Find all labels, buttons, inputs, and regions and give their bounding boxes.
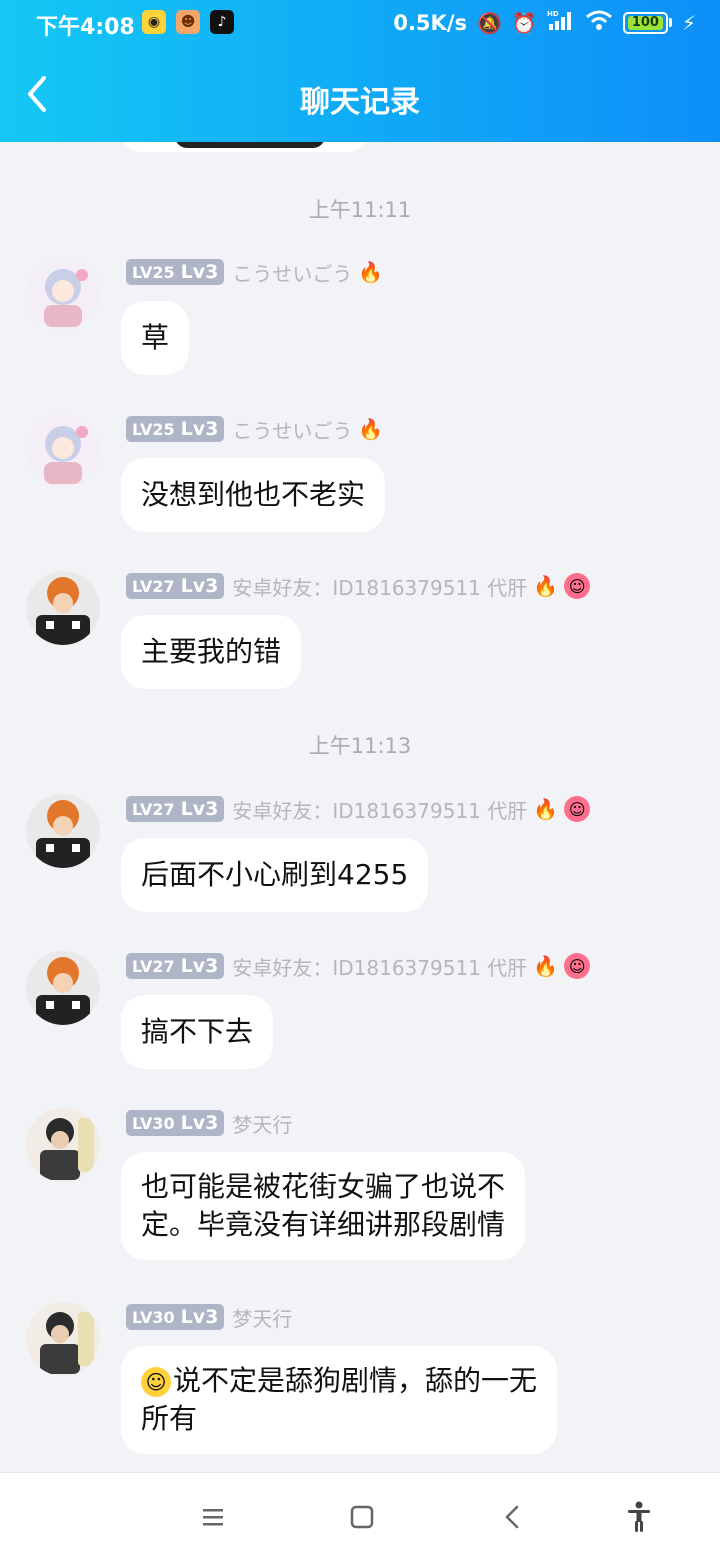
- level-badge: LV27 Lv3: [126, 953, 225, 979]
- message-text: 搞不下去: [141, 1015, 254, 1048]
- sender-info: LV25 Lv3 こうせいごう 🔥: [126, 415, 383, 443]
- sender-info: LV27 Lv3 安卓好友：ID1816379511 代肝 🔥 ☺: [126, 572, 591, 601]
- sender-name[interactable]: 安卓好友：ID1816379511 代肝: [232, 572, 527, 601]
- level-badge: LV25 Lv3: [126, 259, 225, 285]
- status-bar: 下午4:08 ◉ ☻ ♪ 0.5K/s 🔕 ⏰ HD 100 ⚡: [0, 0, 720, 46]
- smile-badge-icon: ☺: [564, 796, 591, 822]
- message-text: 没想到他也不老实: [141, 478, 366, 511]
- sender-info: LV30 Lv3 梦天行: [126, 1109, 292, 1137]
- avatar[interactable]: [26, 794, 100, 868]
- accessibility-icon[interactable]: [619, 1495, 659, 1539]
- network-speed: 0.5K/s: [393, 10, 467, 35]
- back-icon[interactable]: [493, 1495, 533, 1539]
- sender-info: LV30 Lv3 梦天行: [126, 1303, 292, 1331]
- smile-badge-icon: ☺: [564, 573, 591, 599]
- level-badge: LV30 Lv3: [126, 1304, 225, 1330]
- status-indicators: 0.5K/s 🔕 ⏰ HD 100 ⚡: [393, 9, 696, 36]
- message-bubble[interactable]: ☺ 说不定是舔狗剧情，舔的一无 所有: [121, 1346, 558, 1454]
- sender-name[interactable]: 梦天行: [232, 1303, 292, 1332]
- fire-badge-icon: 🔥: [533, 574, 559, 598]
- charging-icon: ⚡: [681, 10, 696, 35]
- avatar[interactable]: [26, 951, 100, 1025]
- cat-app-icon: ☻: [176, 10, 200, 34]
- level-badge: LV30 Lv3: [126, 1110, 225, 1136]
- message-bubble[interactable]: 搞不下去: [121, 995, 274, 1069]
- home-icon[interactable]: [342, 1495, 382, 1539]
- sender-name[interactable]: 安卓好友：ID1816379511 代肝: [232, 952, 527, 981]
- sender-info: LV25 Lv3 こうせいごう 🔥: [126, 258, 383, 286]
- message-text: 草: [141, 321, 170, 354]
- smirk-emoji-icon: ☺: [141, 1367, 171, 1397]
- previous-message-image: [175, 142, 325, 148]
- message-text: ☺ 说不定是舔狗剧情，舔的一无 所有: [141, 1364, 538, 1435]
- sender-info: LV27 Lv3 安卓好友：ID1816379511 代肝 🔥 ☺: [126, 952, 591, 981]
- fire-badge-icon: 🔥: [358, 260, 384, 284]
- title-bar: 下午4:08 ◉ ☻ ♪ 0.5K/s 🔕 ⏰ HD 100 ⚡ 聊天记录: [0, 0, 720, 142]
- level-badge: LV27 Lv3: [126, 573, 225, 599]
- fire-badge-icon: 🔥: [358, 417, 384, 441]
- alarm-icon: ⏰: [511, 10, 537, 35]
- avatar[interactable]: [26, 257, 100, 331]
- sender-name[interactable]: 安卓好友：ID1816379511 代肝: [232, 795, 527, 824]
- chat-history[interactable]: 上午11:11 LV25 Lv3 こうせいごう 🔥 草 LV25 Lv3 こうせいご…: [0, 142, 720, 1472]
- smile-badge-icon: ☺: [564, 953, 591, 979]
- message-bubble[interactable]: 草: [121, 301, 190, 375]
- message-bubble[interactable]: 主要我的错: [121, 615, 302, 689]
- avatar[interactable]: [26, 571, 100, 645]
- tiktok-icon: ♪: [210, 10, 234, 34]
- avatar[interactable]: [26, 414, 100, 488]
- level-badge: LV25 Lv3: [126, 416, 225, 442]
- sender-name[interactable]: こうせいごう: [232, 258, 352, 287]
- message-text: 也可能是被花街女骗了也说不 定。毕竟没有详细讲那段剧情: [141, 1170, 506, 1241]
- message-bubble[interactable]: 也可能是被花街女骗了也说不 定。毕竟没有详细讲那段剧情: [121, 1152, 526, 1260]
- avatar[interactable]: [26, 1302, 100, 1376]
- time-separator: 上午11:11: [308, 198, 412, 222]
- menu-icon[interactable]: [193, 1495, 233, 1539]
- game-app-icon: ◉: [142, 10, 166, 34]
- wifi-icon: [585, 9, 613, 36]
- sender-info: LV27 Lv3 安卓好友：ID1816379511 代肝 🔥 ☺: [126, 795, 591, 824]
- battery-icon: 100: [622, 11, 672, 34]
- message-bubble[interactable]: 后面不小心刷到4255: [121, 838, 429, 912]
- fire-badge-icon: 🔥: [533, 954, 559, 978]
- sender-name[interactable]: 梦天行: [232, 1109, 292, 1138]
- signal-icon: HD: [547, 9, 575, 36]
- level-badge: LV27 Lv3: [126, 796, 225, 822]
- system-nav-bar: [0, 1472, 720, 1560]
- fire-badge-icon: 🔥: [533, 797, 559, 821]
- sender-name[interactable]: こうせいごう: [232, 415, 352, 444]
- mute-bell-icon: 🔕: [477, 10, 502, 35]
- network-type: HD: [547, 10, 559, 18]
- time-separator: 上午11:13: [308, 734, 412, 758]
- message-bubble[interactable]: 没想到他也不老实: [121, 458, 386, 532]
- message-text: 后面不小心刷到4255: [141, 858, 409, 891]
- battery-level: 100: [627, 15, 663, 30]
- status-time: 下午4:08: [36, 15, 135, 40]
- avatar[interactable]: [26, 1108, 100, 1182]
- status-app-icons: ◉ ☻ ♪: [142, 10, 234, 34]
- page-title: 聊天记录: [300, 85, 420, 120]
- message-text: 主要我的错: [141, 635, 282, 668]
